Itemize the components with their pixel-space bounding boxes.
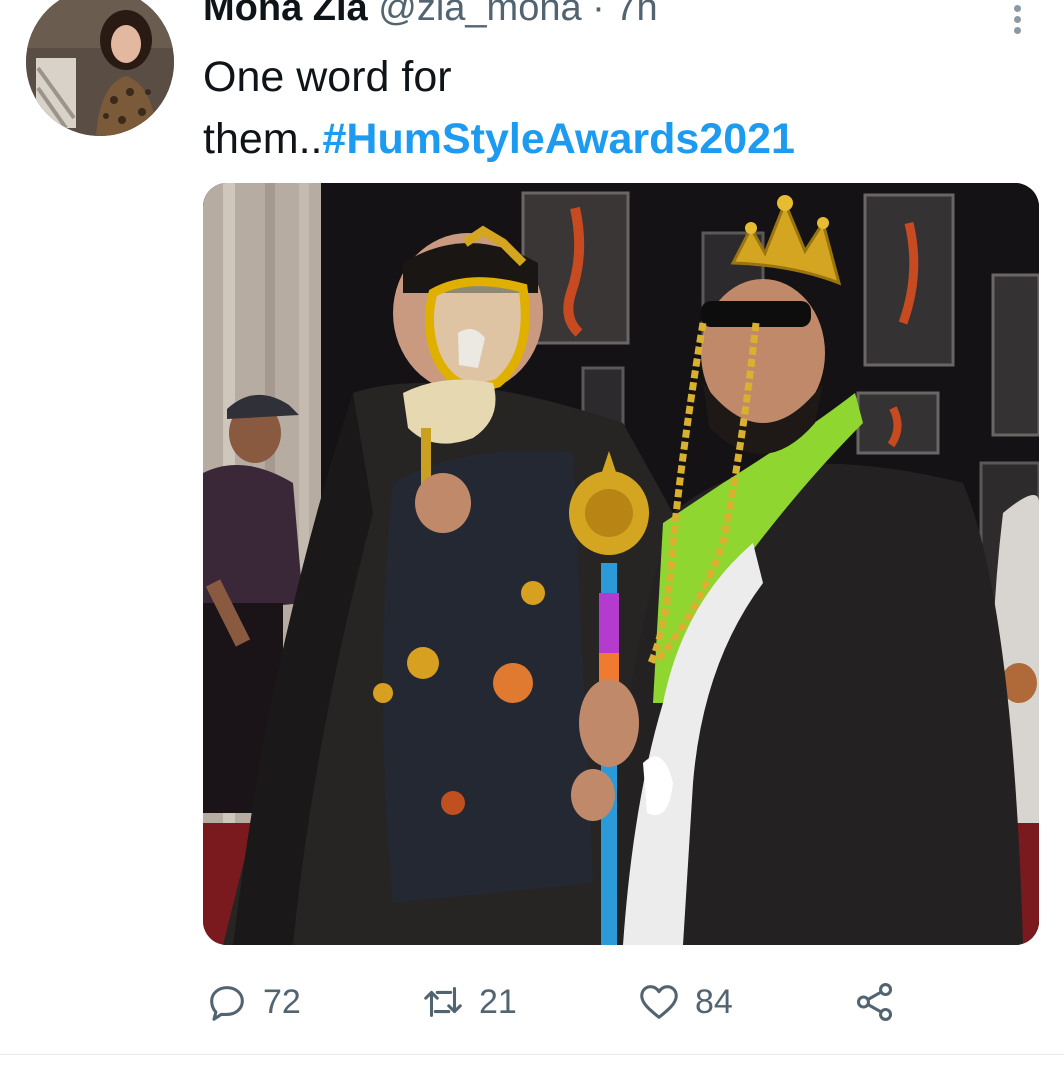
tweet-divider xyxy=(0,1054,1064,1055)
share-icon xyxy=(851,978,899,1026)
share-button[interactable] xyxy=(851,970,899,1034)
author-display-name[interactable]: Mona Zia xyxy=(203,0,368,29)
like-count: 84 xyxy=(695,982,733,1021)
retweet-icon xyxy=(419,978,467,1026)
retweet-button[interactable]: 21 xyxy=(419,970,517,1034)
reply-count: 72 xyxy=(263,982,301,1021)
event-photo xyxy=(203,183,1039,945)
tweet-header: Mona Zia @zia_mona · 7h xyxy=(203,0,658,32)
like-button[interactable]: 84 xyxy=(635,970,733,1034)
tweet-timestamp[interactable]: 7h xyxy=(615,0,657,29)
heart-icon xyxy=(635,978,683,1026)
tweet-action-bar: 72 21 84 xyxy=(203,970,963,1034)
tweet-text: One word for them..#HumStyleAwards2021 xyxy=(203,46,1023,170)
header-separator: · xyxy=(592,0,605,29)
hashtag-link[interactable]: #HumStyleAwards2021 xyxy=(323,115,795,163)
reply-button[interactable]: 72 xyxy=(203,970,301,1034)
author-handle[interactable]: @zia_mona xyxy=(378,0,581,29)
tweet-media-image[interactable] xyxy=(203,183,1039,945)
retweet-count: 21 xyxy=(479,982,517,1021)
reply-icon xyxy=(203,978,251,1026)
author-avatar[interactable] xyxy=(26,0,174,136)
more-vertical-icon[interactable] xyxy=(1006,2,1028,36)
avatar-photo xyxy=(26,0,174,136)
